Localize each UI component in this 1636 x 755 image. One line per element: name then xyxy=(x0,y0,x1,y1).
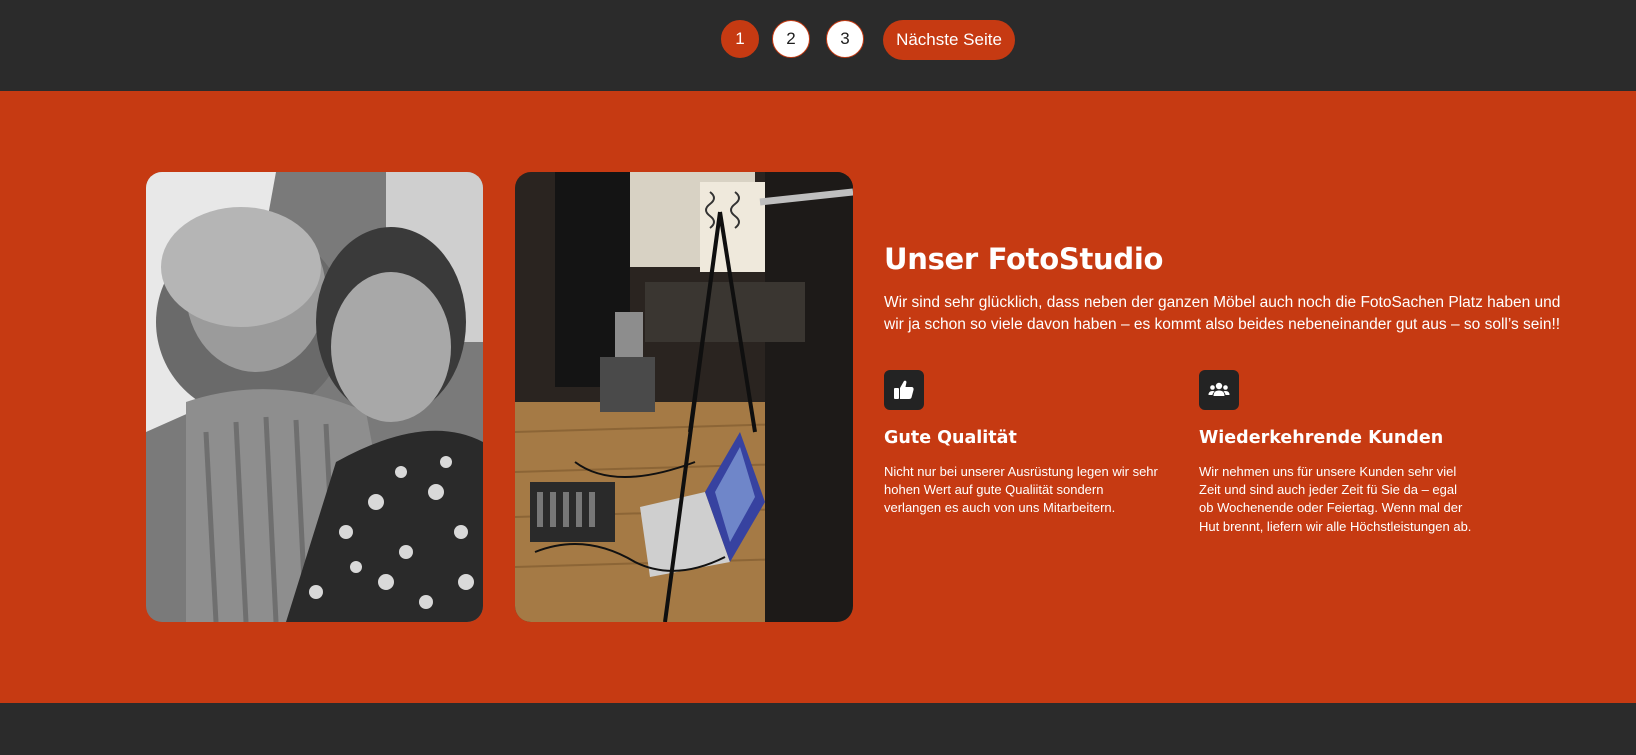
pagination-bar: 1 2 3 Nächste Seite xyxy=(0,0,1636,91)
feature-text-quality: Nicht nur bei unserer Ausrüstung legen w… xyxy=(884,464,1158,516)
page-1-button[interactable]: 1 xyxy=(721,20,759,58)
section-heading: Unser FotoStudio xyxy=(884,242,1164,276)
photo-studio-section: Unser FotoStudio Wir sind sehr glücklich… xyxy=(0,91,1636,703)
studio-photo-equipment xyxy=(515,172,853,622)
thumbs-up-icon xyxy=(884,370,924,410)
studio-photo-people xyxy=(146,172,483,622)
users-icon xyxy=(1199,370,1239,410)
section-intro: Wir sind sehr glücklich, dass neben der … xyxy=(884,294,1561,333)
people-photo-image xyxy=(146,172,483,622)
next-page-button[interactable]: Nächste Seite xyxy=(883,20,1015,60)
feature-text-customers: Wir nehmen uns für unsere Kunden sehr vi… xyxy=(1199,464,1472,534)
feature-title-customers: Wiederkehrende Kunden xyxy=(1199,428,1444,448)
equipment-photo-image xyxy=(515,172,853,622)
footer-bar xyxy=(0,703,1636,755)
feature-title-quality: Gute Qualität xyxy=(884,428,1017,448)
page-2-button[interactable]: 2 xyxy=(772,20,810,58)
page-3-button[interactable]: 3 xyxy=(826,20,864,58)
